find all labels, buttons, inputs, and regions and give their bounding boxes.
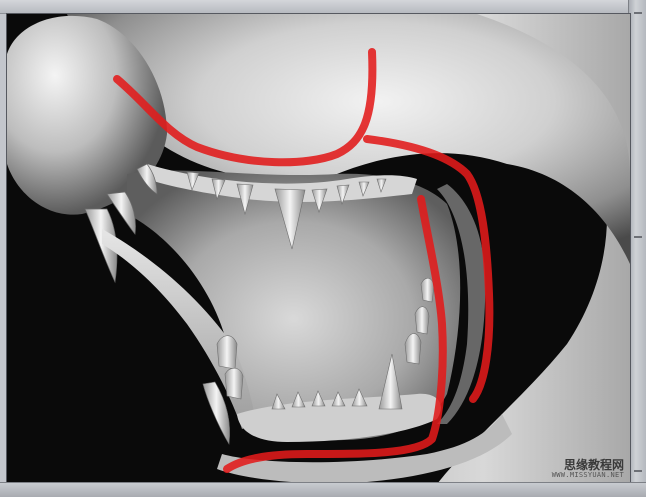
app-window: 思缘教程网 WWW.MISSYUAN.NET [0, 0, 646, 497]
viewport-top-border [0, 0, 646, 14]
panel-tick [634, 470, 642, 472]
panel-tick [634, 12, 642, 14]
watermark: 思缘教程网 WWW.MISSYUAN.NET [552, 459, 624, 479]
viewport-bottom-border [0, 482, 646, 497]
panel-tick [634, 236, 642, 238]
3d-viewport[interactable] [6, 13, 631, 485]
watermark-site-url: WWW.MISSYUAN.NET [551, 471, 624, 479]
watermark-site-name: 思缘教程网 [563, 458, 624, 472]
creature-mouth-render [7, 14, 630, 484]
